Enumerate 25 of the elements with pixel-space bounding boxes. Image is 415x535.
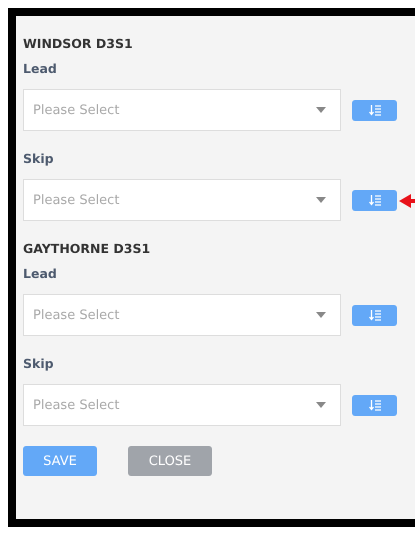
field-label: Skip xyxy=(23,356,55,372)
annotation-arrow xyxy=(399,194,415,208)
field-label: Lead xyxy=(23,266,58,282)
sort-button[interactable] xyxy=(352,100,397,120)
field-label: Lead xyxy=(23,61,58,77)
section-title: WINDSOR D3S1 xyxy=(23,36,134,52)
caret-icon xyxy=(316,402,326,408)
sort-button[interactable] xyxy=(352,190,397,210)
caret-icon xyxy=(316,107,326,113)
sort-icon xyxy=(368,104,380,116)
caret-icon xyxy=(316,197,326,203)
sort-button[interactable] xyxy=(352,394,397,416)
section-title: GAYTHORNE D3S1 xyxy=(23,241,152,257)
sort-icon xyxy=(368,399,380,411)
caret-icon xyxy=(316,312,326,318)
select-dropdown[interactable]: Please Select xyxy=(23,384,341,426)
sort-button[interactable] xyxy=(352,304,397,326)
close-button[interactable]: CLOSE xyxy=(128,446,212,476)
sort-icon xyxy=(368,309,380,321)
save-button[interactable]: SAVE xyxy=(23,446,97,476)
sort-icon xyxy=(368,194,380,206)
select-dropdown[interactable]: Please Select xyxy=(23,179,341,221)
field-label: Skip xyxy=(23,151,55,167)
select-dropdown[interactable]: Please Select xyxy=(23,294,341,336)
select-dropdown[interactable]: Please Select xyxy=(23,89,341,131)
